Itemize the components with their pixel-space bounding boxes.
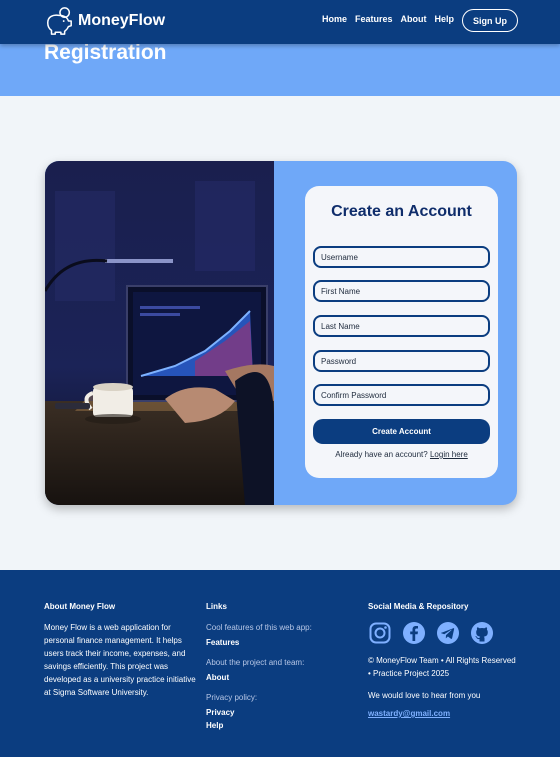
nav-about-link[interactable]: About <box>401 14 427 24</box>
footer-links-caption: Cool features of this web app: <box>206 623 312 632</box>
footer-social-heading: Social Media & Repository <box>368 602 469 611</box>
contact-email-link[interactable]: wastardy@gmail.com <box>368 709 450 718</box>
footer-social: Social Media & Repository © MoneyFlow Te… <box>368 602 518 721</box>
footer-features-link[interactable]: Features <box>206 638 346 647</box>
nav-help-link[interactable]: Help <box>435 14 455 24</box>
form-title: Create an Account <box>331 203 472 220</box>
footer-links-caption: Privacy policy: <box>206 693 258 702</box>
social-icons <box>368 621 518 645</box>
footer-help-link[interactable]: Help <box>206 721 346 730</box>
nav-features-link[interactable]: Features <box>355 14 393 24</box>
instagram-icon[interactable] <box>368 621 392 645</box>
main-nav: Home Features About Help <box>322 14 454 24</box>
footer-links-heading: Links <box>206 602 227 611</box>
contact-text: We would love to hear from you <box>368 691 481 700</box>
login-link[interactable]: Login here <box>430 450 468 459</box>
password-field[interactable] <box>313 350 490 372</box>
footer-about-heading: About Money Flow <box>44 602 116 611</box>
page-title: Registration <box>44 41 167 64</box>
facebook-icon[interactable] <box>402 621 426 645</box>
top-navbar: MoneyFlow Home Features About Help Sign … <box>0 0 560 44</box>
brand-name: MoneyFlow <box>78 12 166 29</box>
confirm-password-field[interactable] <box>313 384 490 406</box>
brand-logo[interactable]: MoneyFlow <box>44 6 165 36</box>
site-footer: About Money Flow Money Flow is a web app… <box>0 570 560 757</box>
github-icon[interactable] <box>470 621 494 645</box>
footer-about-link[interactable]: About <box>206 673 346 682</box>
footer-links: Links Cool features of this web app: Fea… <box>206 602 346 739</box>
page-hero: Registration <box>0 41 560 96</box>
nav-home-link[interactable]: Home <box>322 14 347 24</box>
footer-about: About Money Flow Money Flow is a web app… <box>44 602 199 699</box>
signup-button[interactable]: Sign Up <box>462 9 518 32</box>
telegram-icon[interactable] <box>436 621 460 645</box>
create-account-button[interactable]: Create Account <box>313 419 490 444</box>
login-prompt-text: Already have an account? <box>335 450 428 459</box>
username-field[interactable] <box>313 246 490 268</box>
footer-links-caption: About the project and team: <box>206 658 305 667</box>
piggy-bank-icon <box>47 7 72 35</box>
footer-about-text: Money Flow is a web application for pers… <box>44 623 196 697</box>
copyright-text: © MoneyFlow Team • All Rights Reserved •… <box>368 656 516 678</box>
footer-privacy-link[interactable]: Privacy <box>206 708 346 717</box>
last-name-field[interactable] <box>313 315 490 337</box>
registration-form: Create an Account Create Account Already… <box>305 186 498 478</box>
registration-card: Create an Account Create Account Already… <box>45 161 517 505</box>
first-name-field[interactable] <box>313 280 490 302</box>
login-prompt: Already have an account? Login here <box>305 450 498 459</box>
laptop-photo <box>45 161 274 505</box>
